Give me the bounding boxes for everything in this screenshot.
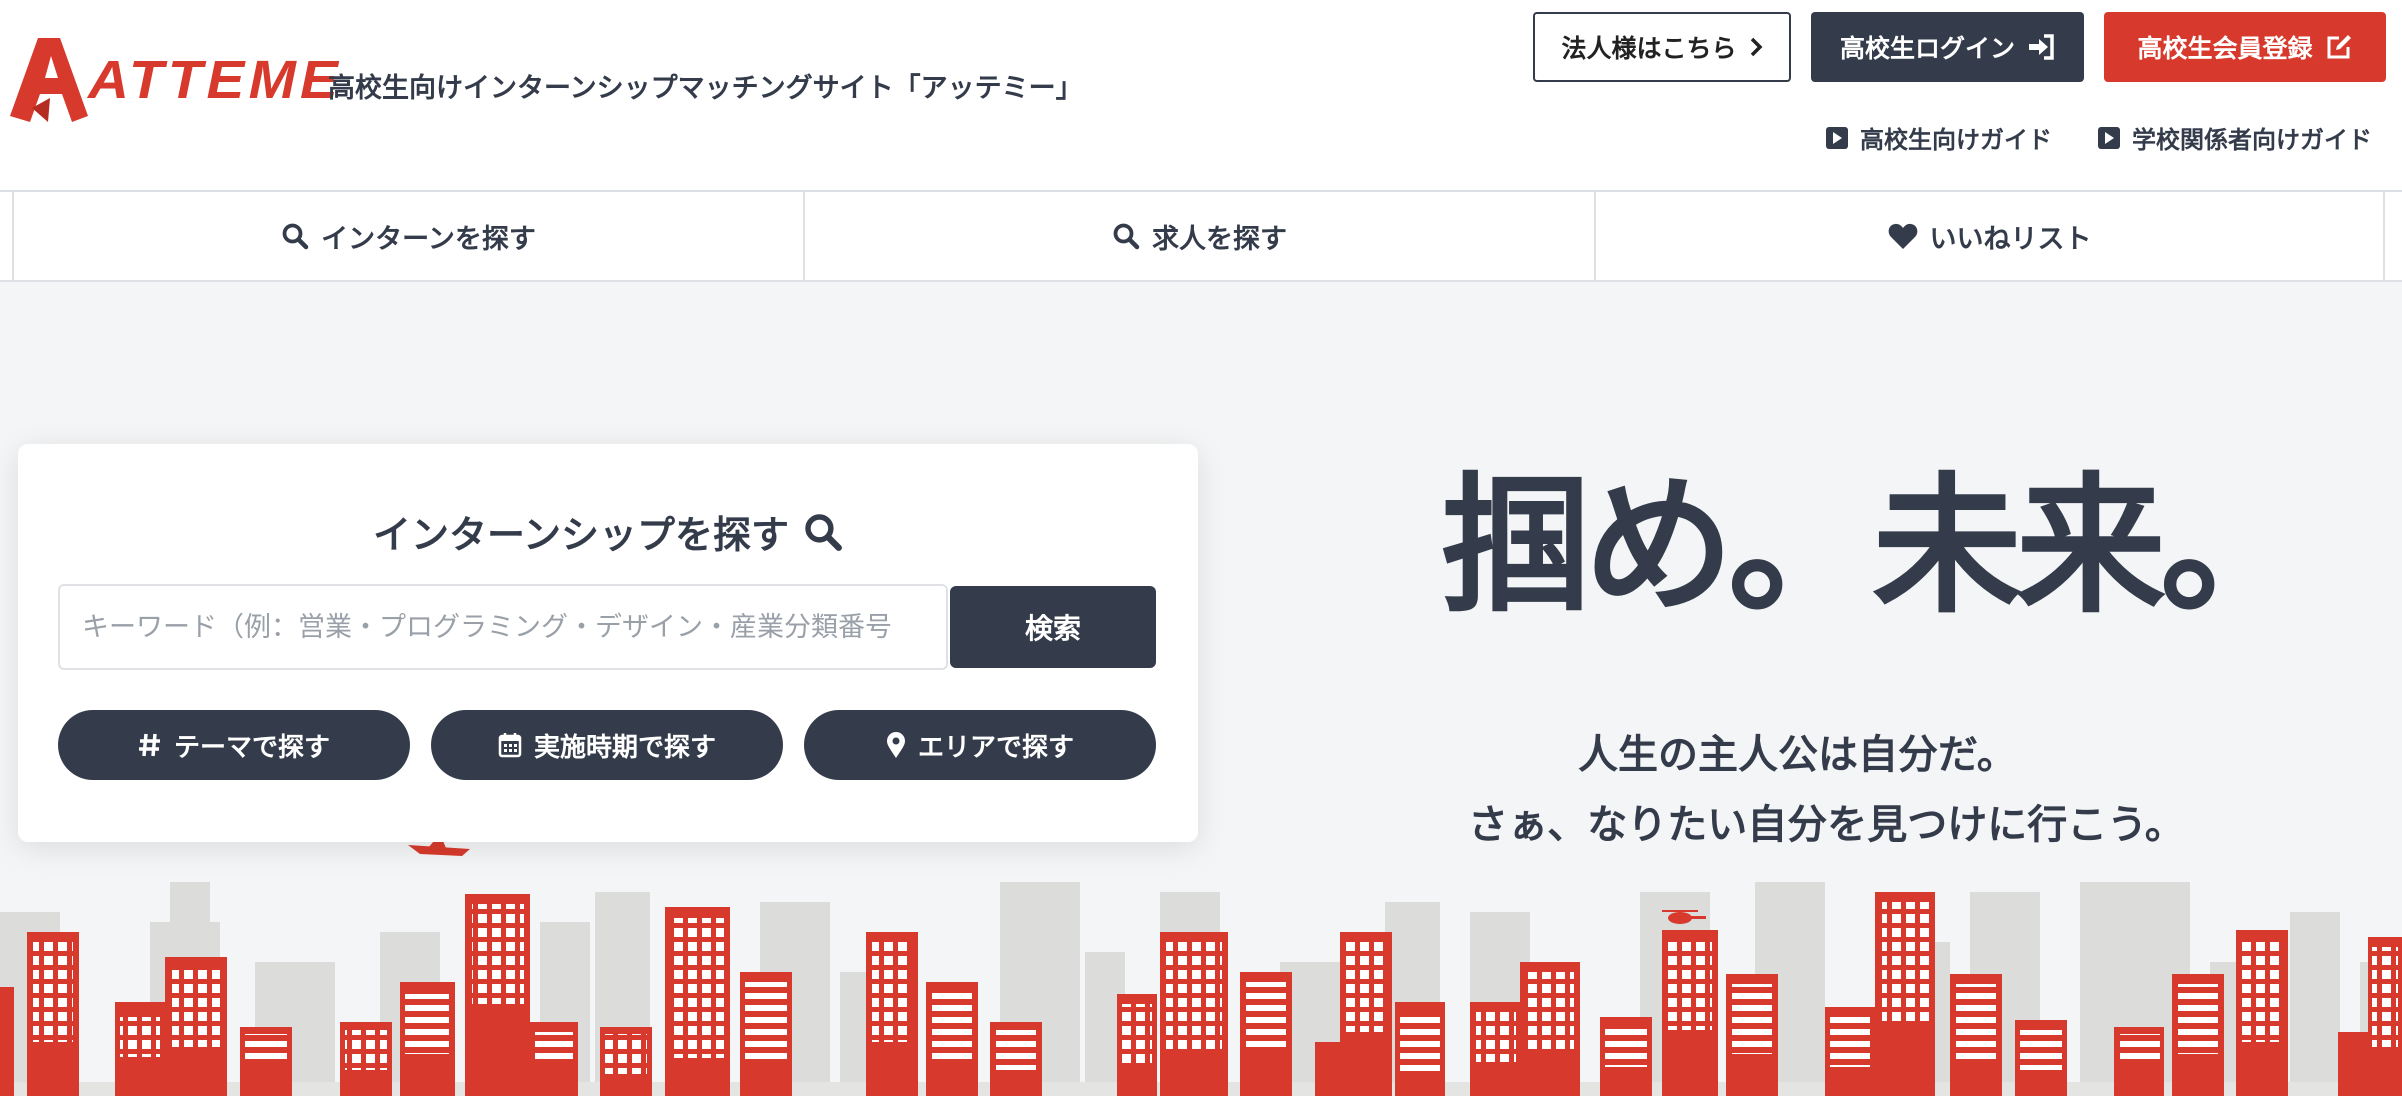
corporate-button[interactable]: 法人様はこちら	[1533, 12, 1791, 82]
search-by-area-button[interactable]: エリアで探す	[804, 710, 1156, 780]
search-icon	[805, 513, 842, 551]
edit-icon	[2327, 35, 2351, 59]
search-icon	[1113, 223, 1140, 250]
hero-subtext-1: 人生の主人公は自分だ。	[1578, 732, 2017, 778]
search-card-title: インターンシップを探す	[18, 504, 1198, 559]
search-by-theme-label: テーマで探す	[173, 732, 330, 763]
search-by-theme-button[interactable]: テーマで探す	[58, 710, 410, 780]
logo-text: ATTEME	[87, 50, 343, 110]
school-guide-link[interactable]: 学校関係者向けガイド	[2098, 120, 2372, 155]
main-nav: インターンを探す 求人を探す いいねリスト	[0, 190, 2402, 282]
student-login-label: 高校生ログイン	[1839, 34, 2015, 63]
hero-catchphrase: 掴め。未来。	[1440, 460, 2310, 634]
student-login-button[interactable]: 高校生ログイン	[1811, 12, 2084, 82]
play-square-icon	[1826, 126, 1848, 149]
search-by-period-label: 実施時期で探す	[533, 732, 716, 763]
nav-find-jobs[interactable]: 求人を探す	[803, 192, 1594, 280]
chevron-right-icon	[1750, 37, 1762, 57]
site-tagline: 高校生向けインターンシップマッチングサイト「アッテミー」	[328, 73, 1083, 104]
search-submit-button[interactable]: 検索	[950, 586, 1156, 668]
site-header: ATTEME 高校生向けインターンシップマッチングサイト「アッテミー」 法人様は…	[0, 0, 2402, 190]
nav-find-internship[interactable]: インターンを探す	[12, 192, 803, 280]
hero-section: インターンシップを探す 検索 テーマで探す	[0, 282, 2402, 1096]
student-register-label: 高校生会員登録	[2137, 34, 2313, 63]
hero-subtext-2: さぁ、なりたい自分を見つけに行こう。	[1468, 802, 2185, 848]
corporate-button-label: 法人様はこちら	[1561, 34, 1737, 63]
search-submit-label: 検索	[1024, 612, 1081, 645]
heart-icon	[1888, 223, 1917, 249]
nav-like-list[interactable]: いいねリスト	[1594, 192, 2385, 280]
hash-icon	[138, 733, 160, 757]
school-guide-label: 学校関係者向けガイド	[2132, 126, 2372, 154]
play-square-icon	[2098, 126, 2120, 149]
nav-like-list-label: いいねリスト	[1929, 223, 2092, 255]
search-by-area-label: エリアで探す	[917, 732, 1074, 763]
student-register-button[interactable]: 高校生会員登録	[2104, 12, 2386, 82]
student-guide-link[interactable]: 高校生向けガイド	[1826, 120, 2052, 155]
search-card-title-text: インターンシップを探す	[372, 513, 790, 557]
sign-in-icon	[2029, 34, 2054, 60]
internship-search-card: インターンシップを探す 検索 テーマで探す	[18, 444, 1198, 842]
site-logo[interactable]: ATTEME	[10, 38, 338, 122]
search-icon	[282, 223, 309, 250]
search-by-period-button[interactable]: 実施時期で探す	[431, 710, 783, 780]
map-pin-icon	[886, 732, 905, 758]
nav-find-jobs-label: 求人を探す	[1152, 223, 1287, 255]
calendar-icon	[498, 733, 522, 758]
keyword-search-input[interactable]	[58, 584, 948, 670]
nav-find-internship-label: インターンを探す	[321, 223, 536, 255]
student-guide-label: 高校生向けガイド	[1860, 126, 2052, 154]
app-root: ATTEME 高校生向けインターンシップマッチングサイト「アッテミー」 法人様は…	[0, 0, 2402, 1096]
logo-mark-icon	[10, 38, 88, 122]
